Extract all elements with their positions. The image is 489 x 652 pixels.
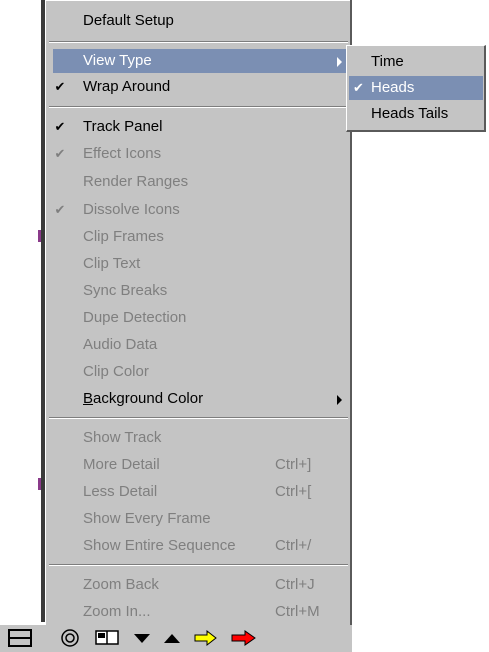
submenu-item-label: Heads	[371, 79, 415, 96]
menu-item-show-every-frame[interactable]: Show Every Frame	[53, 507, 348, 531]
menu-item-label: Show Entire Sequence	[83, 537, 236, 554]
menu-icon[interactable]	[5, 626, 35, 650]
menu-item-shortcut: Ctrl+J	[275, 576, 315, 593]
menu-item-label: Less Detail	[83, 483, 158, 500]
menu-item-label: Clip Color	[83, 363, 149, 380]
menu-item-clip-color[interactable]: Clip Color	[53, 360, 348, 384]
checkmark-icon: ✔	[54, 79, 66, 94]
menu-item-label: Clip Frames	[83, 228, 164, 245]
menu-item-show-entire-sequence[interactable]: Show Entire Sequence Ctrl+/	[53, 534, 348, 558]
menu-item-label: Background Color	[83, 390, 204, 407]
menu-item-dupe-detection[interactable]: Dupe Detection	[53, 306, 348, 330]
menu-item-label: Dissolve Icons	[83, 201, 180, 218]
menu-item-label: Render Ranges	[83, 173, 189, 190]
menu-item-background-color[interactable]: Background Color	[53, 387, 348, 411]
menu-item-label: Clip Text	[83, 255, 141, 272]
window-edge-marker	[38, 478, 41, 490]
submenu-item-time[interactable]: Time	[349, 50, 483, 74]
menu-separator	[49, 106, 348, 108]
menu-item-view-type[interactable]: View Type	[53, 49, 348, 73]
menu-item-label: Wrap Around	[83, 78, 171, 95]
checkmark-icon: ✔	[54, 202, 66, 217]
menu-item-label: More Detail	[83, 456, 160, 473]
menu-item-label: Dupe Detection	[83, 309, 187, 326]
menu-item-default-setup[interactable]: Default Setup	[53, 9, 348, 33]
submenu-item-label: Time	[371, 53, 404, 70]
menu-item-label: Effect Icons	[83, 145, 162, 162]
submenu-arrow-icon	[337, 57, 342, 67]
menu-item-less-detail[interactable]: Less Detail Ctrl+[	[53, 480, 348, 504]
up-arrow-icon[interactable]	[161, 626, 183, 650]
menu-item-shortcut: Ctrl+/	[275, 537, 312, 554]
menu-item-effect-icons[interactable]: ✔ Effect Icons	[53, 142, 348, 166]
timeline-context-menu: Default Setup View Type ✔ Wrap Around ✔ …	[45, 0, 352, 631]
menu-item-label: Audio Data	[83, 336, 158, 353]
menu-item-clip-frames[interactable]: Clip Frames	[53, 225, 348, 249]
submenu-item-heads[interactable]: ✔ Heads	[349, 76, 483, 100]
menu-item-shortcut: Ctrl+]	[275, 456, 312, 473]
menu-item-label: Sync Breaks	[83, 282, 168, 299]
menu-item-label: Default Setup	[83, 12, 174, 29]
menu-item-sync-breaks[interactable]: Sync Breaks	[53, 279, 348, 303]
submenu-item-label: Heads Tails	[371, 105, 449, 122]
menu-item-label: Show Track	[83, 429, 162, 446]
menu-item-wrap-around[interactable]: ✔ Wrap Around	[53, 75, 348, 99]
menu-item-shortcut: Ctrl+[	[275, 483, 312, 500]
menu-separator	[49, 417, 348, 419]
menu-item-show-track[interactable]: Show Track	[53, 426, 348, 450]
menu-item-label: Zoom In...	[83, 603, 151, 620]
red-arrow-icon[interactable]	[229, 626, 259, 650]
menu-item-zoom-in[interactable]: Zoom In... Ctrl+M	[53, 600, 348, 624]
menu-item-clip-text[interactable]: Clip Text	[53, 252, 348, 276]
submenu-arrow-icon	[337, 395, 342, 405]
checkmark-icon: ✔	[54, 119, 66, 134]
yellow-arrow-icon[interactable]	[192, 626, 220, 650]
menu-item-dissolve-icons[interactable]: ✔ Dissolve Icons	[53, 198, 348, 222]
target-icon[interactable]	[58, 626, 82, 650]
checkmark-icon: ✔	[353, 80, 364, 95]
menu-item-label: View Type	[83, 52, 152, 69]
menu-separator	[49, 41, 348, 43]
menu-item-label: Zoom Back	[83, 576, 159, 593]
menu-item-audio-data[interactable]: Audio Data	[53, 333, 348, 357]
menu-item-label: Track Panel	[83, 118, 163, 135]
menu-item-zoom-back[interactable]: Zoom Back Ctrl+J	[53, 573, 348, 597]
submenu-item-heads-tails[interactable]: Heads Tails	[349, 102, 483, 126]
view-type-submenu: Time ✔ Heads Heads Tails	[346, 45, 486, 132]
menu-separator	[49, 564, 348, 566]
menu-item-more-detail[interactable]: More Detail Ctrl+]	[53, 453, 348, 477]
menu-item-track-panel[interactable]: ✔ Track Panel	[53, 115, 348, 139]
checkmark-icon: ✔	[54, 146, 66, 161]
monitor-icon[interactable]	[93, 626, 121, 650]
menu-item-shortcut: Ctrl+M	[275, 603, 320, 620]
down-arrow-icon[interactable]	[131, 626, 153, 650]
window-edge-marker	[38, 230, 41, 242]
menu-item-label: Show Every Frame	[83, 510, 211, 527]
screen: Default Setup View Type ✔ Wrap Around ✔ …	[0, 0, 489, 652]
menu-item-render-ranges[interactable]: Render Ranges	[53, 170, 348, 194]
